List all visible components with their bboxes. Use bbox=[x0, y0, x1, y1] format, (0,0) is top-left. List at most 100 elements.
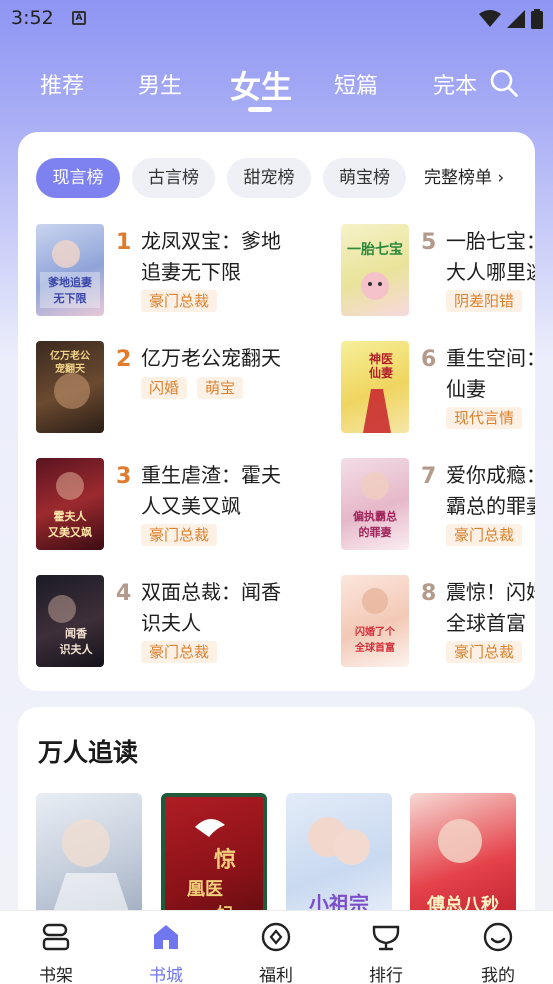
full-list-label: 完整榜单 bbox=[424, 168, 492, 188]
book-rank: 8 bbox=[421, 581, 437, 606]
book-title: 龙凤双宝：爹地追妻无下限 bbox=[141, 229, 281, 284]
svg-text:爹地追妻: 爹地追妻 bbox=[47, 275, 92, 289]
book-tags: 豪门总裁 bbox=[141, 524, 218, 546]
book-cover: 一胎七宝 bbox=[341, 224, 409, 316]
book-tags: 豪门总裁 bbox=[446, 524, 523, 546]
book-tags: 豪门总裁 bbox=[141, 641, 218, 663]
svg-text:偏执霸总: 偏执霸总 bbox=[353, 509, 397, 523]
nav-welfare[interactable]: 福利 bbox=[236, 911, 316, 984]
book-tag: 阴差阳错 bbox=[446, 290, 523, 312]
status-time: 3:52 bbox=[11, 7, 54, 29]
status-indicators bbox=[479, 9, 543, 29]
chip-sweet-romance[interactable]: 甜宠榜 bbox=[227, 158, 311, 198]
svg-text:惊: 惊 bbox=[214, 847, 236, 873]
popular-heading: 万人追读 bbox=[38, 738, 139, 767]
full-list-link[interactable]: 完整榜单 › bbox=[424, 158, 524, 198]
book-rank: 7 bbox=[421, 464, 437, 489]
profile-icon bbox=[483, 922, 513, 952]
book-cover: 神医 仙妻 bbox=[341, 341, 409, 433]
welfare-icon bbox=[261, 922, 291, 952]
tab-male[interactable]: 男生 bbox=[138, 68, 182, 100]
svg-text:凰医: 凰医 bbox=[187, 879, 223, 900]
svg-text:一胎七宝: 一胎七宝 bbox=[347, 241, 403, 258]
book-item-8[interactable]: 闪婚了个全球首富 8 震惊！闪婚了个全球首富 豪门总裁 bbox=[341, 575, 535, 671]
nav-profile[interactable]: 我的 bbox=[458, 911, 538, 984]
book-tags: 现代言情 bbox=[446, 407, 523, 429]
svg-text:仙妻: 仙妻 bbox=[369, 365, 393, 380]
chip-modern-romance[interactable]: 现言榜 bbox=[36, 158, 120, 198]
book-tags: 闪婚 萌宝 bbox=[141, 377, 244, 399]
svg-text:霍夫人: 霍夫人 bbox=[54, 509, 88, 523]
nav-label: 我的 bbox=[481, 966, 515, 984]
book-rank: 5 bbox=[421, 230, 437, 255]
book-title: 亿万老公宠翻天 bbox=[141, 346, 281, 370]
book-title: 震惊！闪婚了个全球首富 bbox=[446, 580, 535, 635]
nav-label: 书架 bbox=[39, 966, 73, 984]
book-tag: 豪门总裁 bbox=[446, 524, 523, 546]
svg-text:识夫人: 识夫人 bbox=[60, 642, 94, 656]
book-tag: 豪门总裁 bbox=[141, 641, 218, 663]
book-item-5[interactable]: 一胎七宝 5 一胎七宝：老婆大人哪里逃 阴差阳错 bbox=[341, 224, 535, 320]
tab-finished[interactable]: 完本 bbox=[433, 68, 477, 100]
search-icon[interactable] bbox=[489, 68, 519, 98]
nav-label: 排行 bbox=[369, 966, 403, 984]
chip-ancient-romance[interactable]: 古言榜 bbox=[132, 158, 215, 198]
book-title: 爱你成瘾：偏执霸总的罪妻 bbox=[446, 463, 535, 518]
book-item-6[interactable]: 神医仙妻 6 重生空间：神医仙妻 现代言情 bbox=[341, 341, 535, 437]
nav-ranking[interactable]: 排行 bbox=[346, 911, 426, 984]
book-tag: 萌宝 bbox=[197, 377, 244, 399]
book-item-2[interactable]: 亿万老公 宠翻天 2 亿万老公宠翻天 闪婚 萌宝 bbox=[36, 341, 326, 437]
svg-text:闻香: 闻香 bbox=[65, 626, 88, 640]
nav-bookshelf[interactable]: 书架 bbox=[16, 911, 96, 984]
book-tags: 豪门总裁 bbox=[446, 641, 523, 663]
battery-icon bbox=[531, 9, 543, 29]
ranking-card: 现言榜 古言榜 甜宠榜 萌宝榜 完整榜单 › 爹地追妻无下限 1 龙凤双宝：爹地… bbox=[18, 132, 535, 691]
signal-icon bbox=[507, 10, 525, 28]
book-cover: 霍夫人 又美又飒 bbox=[36, 458, 104, 550]
book-rank: 4 bbox=[116, 581, 132, 606]
book-rank: 3 bbox=[116, 464, 132, 489]
book-title: 一胎七宝：老婆大人哪里逃 bbox=[446, 229, 535, 284]
book-cover: 闻香 识夫人 bbox=[36, 575, 104, 667]
nav-label: 书城 bbox=[149, 966, 183, 984]
book-tags: 阴差阳错 bbox=[446, 290, 523, 312]
wifi-icon bbox=[479, 10, 501, 27]
book-tag: 豪门总裁 bbox=[141, 290, 218, 312]
nav-label: 福利 bbox=[259, 966, 293, 984]
bookshelf-icon bbox=[42, 923, 70, 951]
bookstore-icon bbox=[154, 925, 178, 949]
book-title: 双面总裁：闻香识夫人 bbox=[141, 580, 281, 635]
chevron-right-icon: › bbox=[492, 168, 505, 188]
book-tag: 闪婚 bbox=[141, 377, 188, 399]
sim-icon: A bbox=[72, 11, 86, 25]
svg-text:无下限: 无下限 bbox=[53, 291, 87, 305]
tab-female[interactable]: 女生 bbox=[230, 62, 292, 107]
svg-text:全球首富: 全球首富 bbox=[354, 641, 395, 654]
book-tag: 豪门总裁 bbox=[446, 641, 523, 663]
book-item-1[interactable]: 爹地追妻无下限 1 龙凤双宝：爹地追妻无下限 豪门总裁 bbox=[36, 224, 326, 320]
svg-text:宠翻天: 宠翻天 bbox=[55, 362, 86, 375]
book-tags: 豪门总裁 bbox=[141, 290, 218, 312]
book-cover: 亿万老公 宠翻天 bbox=[36, 341, 104, 433]
tab-recommend[interactable]: 推荐 bbox=[40, 68, 84, 100]
tab-short[interactable]: 短篇 bbox=[334, 68, 378, 100]
svg-text:亿万老公: 亿万老公 bbox=[50, 349, 90, 362]
book-title: 重生虐渣：霍夫人又美又飒 bbox=[141, 463, 281, 518]
book-rank: 1 bbox=[116, 230, 132, 255]
nav-bookstore[interactable]: 书城 bbox=[126, 911, 206, 984]
book-title: 重生空间：神医仙妻 bbox=[446, 346, 535, 401]
chip-cute-baby[interactable]: 萌宝榜 bbox=[323, 158, 406, 198]
trophy-icon bbox=[372, 925, 400, 951]
ranking-chips: 现言榜 古言榜 甜宠榜 萌宝榜 完整榜单 › bbox=[36, 158, 535, 198]
svg-text:的罪妻: 的罪妻 bbox=[359, 525, 392, 539]
book-item-4[interactable]: 闻香识夫人 4 双面总裁：闻香识夫人 豪门总裁 bbox=[36, 575, 326, 671]
book-tag: 豪门总裁 bbox=[141, 524, 218, 546]
book-tag: 现代言情 bbox=[446, 407, 523, 429]
status-bar: 3:52 A bbox=[0, 0, 553, 36]
book-item-3[interactable]: 霍夫人又美又飒 3 重生虐渣：霍夫人又美又飒 豪门总裁 bbox=[36, 458, 326, 554]
bottom-nav: 书架 书城 福利 排行 我的 bbox=[0, 910, 553, 984]
book-item-7[interactable]: 偏执霸总的罪妻 7 爱你成瘾：偏执霸总的罪妻 豪门总裁 bbox=[341, 458, 535, 554]
category-tabs: 推荐 男生 女生 短篇 完本 bbox=[0, 60, 553, 116]
svg-text:又美又飒: 又美又飒 bbox=[47, 525, 92, 539]
book-rank: 6 bbox=[421, 347, 437, 372]
